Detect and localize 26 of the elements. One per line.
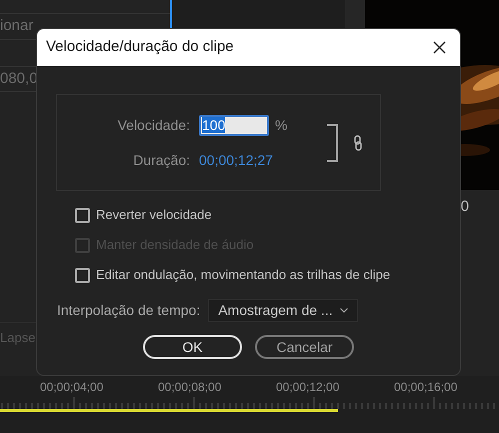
duration-label: Duração: (132, 150, 190, 170)
checkbox[interactable] (75, 268, 90, 282)
close-icon[interactable] (433, 41, 446, 54)
time-label: 00;00;08;00 (158, 379, 222, 396)
panel-text: 0 (460, 197, 469, 217)
speed-field[interactable]: 100 (199, 114, 269, 136)
link-icon[interactable] (353, 134, 364, 150)
checkbox[interactable] (75, 208, 90, 222)
checkbox-label: Editar ondulação, movimentando as trilhas de clipe (96, 266, 390, 284)
panel-text: 080,0 (0, 68, 38, 89)
time-label: 00;00;12;00 (276, 379, 340, 396)
playhead-line (170, 0, 172, 28)
chevron-down-icon (340, 308, 348, 313)
interpolation-dropdown[interactable]: Amostragem de ... (208, 299, 358, 322)
time-label: 00;00;04;00 (40, 379, 104, 396)
interpolation-label: Interpolação de tempo: (57, 301, 200, 320)
cancel-button[interactable]: Cancelar (255, 335, 354, 359)
time-label: 00;00;16;00 (394, 379, 458, 396)
bracket-icon (327, 124, 340, 162)
ok-button[interactable]: OK (143, 335, 242, 359)
duration-value[interactable]: 00;00;12;27 (199, 150, 288, 170)
dialog-title: Velocidade/duração do clipe (46, 37, 234, 58)
panel-text: ionar (0, 16, 34, 36)
checkbox-label: Reverter velocidade (96, 206, 212, 224)
speed-label: Velocidade: (116, 116, 190, 134)
unit-label: % (275, 116, 288, 134)
